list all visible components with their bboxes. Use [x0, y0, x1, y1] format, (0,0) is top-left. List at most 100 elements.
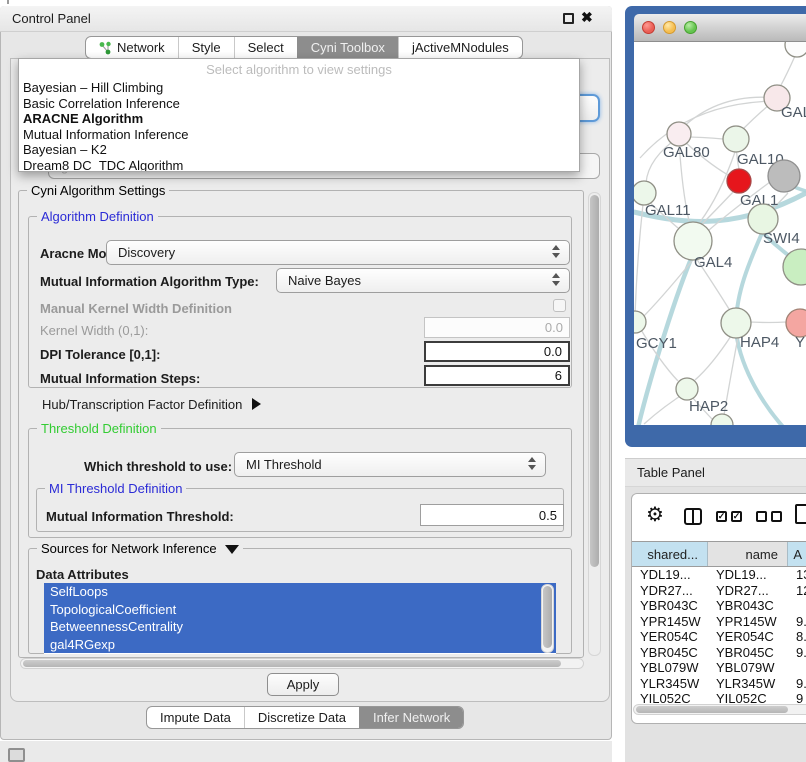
settings-hscroll-thumb[interactable] — [23, 660, 561, 667]
table-row[interactable]: YPR145WYPR145W9. — [632, 614, 806, 630]
close-traffic-light-icon[interactable] — [642, 21, 655, 34]
tab-label: Network — [117, 40, 165, 55]
network-node[interactable] — [768, 160, 800, 192]
network-node-gal80[interactable] — [667, 122, 691, 146]
network-window-titlebar[interactable] — [634, 14, 806, 42]
table-row[interactable]: YBR043CYBR043C — [632, 598, 806, 614]
table-row[interactable]: YDR27...YDR27...12 — [632, 583, 806, 599]
which-threshold-combo[interactable]: MI Threshold — [234, 452, 546, 477]
unchecked-checkbox-icon[interactable] — [756, 511, 767, 522]
table-row[interactable]: YBR045CYBR045C9. — [632, 645, 806, 661]
dropdown-option[interactable]: ARACNE Algorithm — [19, 111, 579, 127]
network-canvas[interactable]: GALGAL80GAL10GAL1GAL11SWI4GAL4HAP4YGCY1H… — [634, 42, 806, 425]
control-panel-title: Control Panel — [12, 11, 91, 26]
table-cell: YDL19... — [632, 567, 708, 582]
close-icon[interactable]: ✖ — [581, 9, 593, 26]
dpi-tolerance-field[interactable]: 0.0 — [424, 341, 570, 362]
column-header-3[interactable]: A — [788, 542, 806, 566]
list-scroll-thumb[interactable] — [543, 586, 552, 648]
mi-threshold-label: Mutual Information Threshold: — [46, 509, 234, 524]
network-edge[interactable] — [695, 336, 731, 380]
mi-steps-field[interactable]: 6 — [424, 365, 570, 386]
data-attribute-item[interactable]: BetweennessCentrality — [44, 618, 556, 636]
node-label: GAL — [781, 104, 806, 121]
network-edge[interactable] — [679, 97, 777, 131]
dropdown-option[interactable]: Bayesian – Hill Climbing — [19, 80, 579, 96]
settings-gear-icon[interactable]: ⚙ — [646, 502, 664, 527]
network-edge[interactable] — [640, 261, 692, 320]
combo-arrows-icon — [552, 273, 560, 286]
list-vertical-scrollbar[interactable] — [541, 584, 554, 653]
tab-network[interactable]: Network — [86, 37, 178, 58]
network-node-gal10[interactable] — [723, 126, 749, 152]
settings-vertical-scrollbar[interactable] — [588, 192, 601, 656]
hub-definition-toggle[interactable]: Hub/Transcription Factor Definition — [42, 397, 261, 412]
bottom-tab-discretize-data[interactable]: Discretize Data — [244, 707, 359, 728]
settings-scroll-thumb[interactable] — [590, 195, 599, 567]
mi-threshold-legend: MI Threshold Definition — [45, 481, 186, 496]
table-row[interactable]: YBL079WYBL079W — [632, 660, 806, 676]
bottom-tab-infer-network[interactable]: Infer Network — [359, 707, 463, 728]
network-node[interactable] — [711, 414, 733, 425]
manual-kernel-checkbox[interactable] — [553, 299, 566, 312]
unchecked-checkbox-icon[interactable] — [771, 511, 782, 522]
column-header-2[interactable]: name — [708, 542, 788, 566]
network-edge[interactable] — [635, 204, 643, 315]
table-column-headers: shared...nameA — [632, 541, 806, 567]
mi-type-combo[interactable]: Naive Bayes — [276, 268, 570, 293]
table-rows: YDL19...YDL19...13YDR27...YDR27...12YBR0… — [632, 567, 806, 703]
network-node-gcy1[interactable] — [634, 311, 646, 333]
dropdown-option[interactable]: Dream8 DC_TDC Algorithm — [19, 158, 579, 173]
mi-steps-label: Mutual Information Steps: — [40, 371, 200, 386]
table-cell: 12 — [788, 583, 806, 598]
network-edge[interactable] — [780, 56, 795, 87]
minimize-traffic-light-icon[interactable] — [663, 21, 676, 34]
tab-style[interactable]: Style — [178, 37, 234, 58]
data-attribute-item[interactable]: SelfLoops — [44, 583, 556, 601]
dropdown-option[interactable]: Mutual Information Inference — [19, 127, 579, 143]
dropdown-option[interactable]: Bayesian – K2 — [19, 142, 579, 158]
mi-threshold-field[interactable]: 0.5 — [420, 504, 564, 526]
tab-jactivemnodules[interactable]: jActiveMNodules — [398, 37, 522, 58]
dpi-tolerance-label: DPI Tolerance [0,1]: — [40, 347, 160, 362]
aracne-mode-combo[interactable]: Discovery — [106, 240, 570, 265]
data-attribute-item[interactable]: gal4RGexp — [44, 636, 556, 654]
table-panel-container: ⚙ ✓ ✓ shared...nameA YDL19...YDL19...13Y… — [625, 487, 806, 762]
network-edge[interactable] — [750, 322, 786, 323]
column-header-1[interactable]: shared... — [632, 542, 708, 566]
apply-button[interactable]: Apply — [267, 673, 339, 696]
cyni-settings-legend: Cyni Algorithm Settings — [27, 183, 169, 198]
sources-legend[interactable]: Sources for Network Inference — [37, 541, 243, 556]
dropdown-options: Bayesian – Hill ClimbingBasic Correlatio… — [19, 80, 579, 172]
document-icon[interactable] — [795, 504, 806, 524]
dropdown-option[interactable]: Basic Correlation Inference — [19, 96, 579, 112]
split-columns-icon[interactable] — [684, 508, 702, 525]
table-row[interactable]: YIL052CYIL052C9 — [632, 691, 806, 703]
kernel-width-field[interactable]: 0.0 — [424, 317, 570, 338]
table-row[interactable]: YDL19...YDL19...13 — [632, 567, 806, 583]
minimized-panel-icon[interactable] — [8, 748, 25, 762]
network-node-gal1[interactable] — [727, 169, 751, 193]
checked-checkbox-icon[interactable]: ✓ — [731, 511, 742, 522]
bottom-tab-impute-data[interactable]: Impute Data — [147, 707, 244, 728]
table-cell: YBR043C — [708, 598, 788, 613]
table-hscroll-thumb[interactable] — [636, 706, 788, 713]
tab-cyni-toolbox[interactable]: Cyni Toolbox — [297, 37, 398, 58]
network-node-y[interactable] — [786, 309, 806, 337]
table-cell: YBR045C — [708, 645, 788, 660]
table-cell: YDL19... — [708, 567, 788, 582]
table-horizontal-scrollbar[interactable] — [633, 704, 806, 715]
network-node-hap2[interactable] — [676, 378, 698, 400]
tab-label: Impute Data — [160, 710, 231, 725]
table-row[interactable]: YLR345WYLR345W9. — [632, 676, 806, 692]
data-attribute-item[interactable]: TopologicalCoefficient — [44, 601, 556, 619]
zoom-traffic-light-icon[interactable] — [684, 21, 697, 34]
float-icon[interactable] — [563, 13, 574, 24]
table-row[interactable]: YER054CYER054C8. — [632, 629, 806, 645]
network-node[interactable] — [785, 42, 806, 57]
settings-horizontal-scrollbar[interactable] — [20, 658, 584, 669]
node-label: GAL80 — [663, 144, 710, 161]
checked-checkbox-icon[interactable]: ✓ — [716, 511, 727, 522]
which-threshold-label: Which threshold to use: — [84, 459, 232, 474]
tab-select[interactable]: Select — [234, 37, 297, 58]
